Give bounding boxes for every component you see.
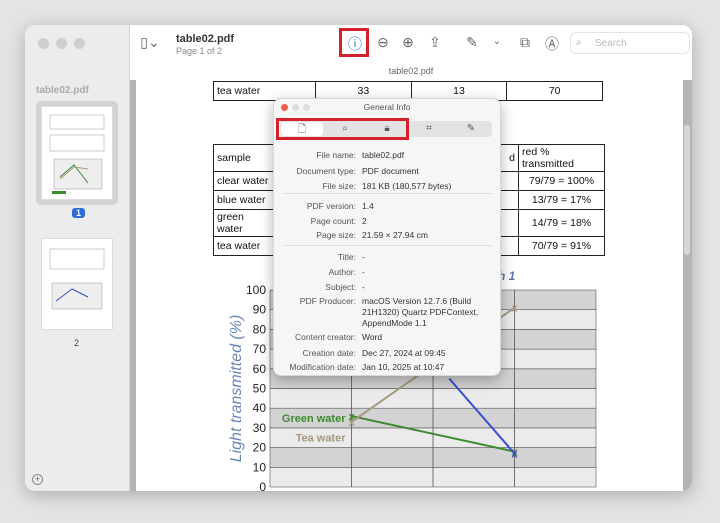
info-label: Creation date:	[302, 348, 356, 358]
search-input[interactable]: Search	[570, 32, 690, 54]
info-value: 181 KB (180,577 bytes)	[362, 181, 452, 191]
rotate-icon[interactable]: ⧉	[515, 34, 535, 51]
info-value: Word	[362, 332, 383, 342]
info-row: Title: -	[274, 252, 500, 263]
info-row: Page size: 21.59 × 27.94 cm	[274, 230, 500, 241]
panel-title: General Info	[363, 102, 411, 112]
y-axis-label: Light transmitted (%)	[228, 315, 245, 463]
divider	[282, 245, 492, 246]
info-label: File size:	[322, 181, 356, 191]
page-number-2[interactable]: 2	[74, 338, 79, 348]
info-value: 2	[362, 216, 367, 226]
y-tick-label: 40	[253, 401, 267, 415]
info-value: macOS Version 12.7.6 (Build 21H1320) Qua…	[362, 296, 479, 328]
zoom-in-icon[interactable]: ⊕	[398, 34, 418, 51]
info-row: Subject: -	[274, 282, 500, 293]
info-value: -	[362, 252, 365, 262]
data-point: x	[348, 417, 355, 429]
info-value: -	[362, 282, 365, 292]
info-value: 1.4	[362, 201, 374, 211]
sidebar-title: table02.pdf	[36, 85, 89, 96]
y-tick-label: 100	[246, 283, 266, 297]
info-row: Author: -	[274, 267, 500, 278]
y-tick-label: 60	[253, 362, 267, 376]
document-title: table02.pdf	[176, 33, 235, 45]
info-label: Author:	[328, 267, 356, 277]
window-controls[interactable]	[38, 38, 85, 49]
info-label: PDF version:	[306, 201, 356, 211]
zoom-out-icon[interactable]: ⊖	[373, 34, 393, 51]
minimize-button[interactable]	[56, 38, 67, 49]
highlight-info-button	[339, 28, 369, 57]
page-thumbnail-1[interactable]	[41, 106, 113, 200]
info-label: Document type:	[296, 166, 356, 176]
page-number-1[interactable]: 1	[72, 208, 86, 218]
scrollbar[interactable]	[684, 125, 690, 255]
info-label: Title:	[337, 252, 356, 262]
info-row: Document type: PDF document	[274, 166, 500, 177]
info-value: 21.59 × 27.94 cm	[362, 230, 428, 240]
y-tick-label: 20	[253, 441, 267, 455]
info-row: Page count: 2	[274, 216, 500, 227]
page-thumbnail-2[interactable]	[41, 238, 113, 330]
info-value: Dec 27, 2024 at 09:45	[362, 348, 446, 358]
info-row: PDF version: 1.4	[274, 201, 500, 212]
info-label: Modification date:	[289, 362, 356, 372]
info-row: Modification date: Jan 10, 2025 at 10:47	[274, 362, 500, 373]
sidebar-toggle-icon[interactable]: ▯⌄	[140, 34, 160, 51]
y-tick-label: 10	[253, 460, 267, 474]
info-value: -	[362, 267, 365, 277]
share-icon[interactable]: ⇪	[425, 34, 445, 51]
page-info: Page 1 of 2	[176, 46, 223, 56]
info-value: PDF document	[362, 166, 419, 176]
info-row: Creation date: Dec 27, 2024 at 09:45	[274, 348, 500, 359]
info-label: Page size:	[316, 230, 356, 240]
annotate-icon[interactable]: Ⓐ	[542, 34, 562, 54]
info-label: Content creator:	[295, 332, 356, 342]
info-row: Content creator: Word	[274, 332, 500, 343]
info-label: Page count:	[310, 216, 356, 226]
add-icon[interactable]: +	[32, 474, 43, 485]
highlight-tabs	[276, 118, 409, 140]
data-point: x	[511, 303, 518, 315]
y-tick-label: 90	[253, 303, 267, 317]
markup-icon[interactable]: ✎	[462, 34, 482, 51]
close-button[interactable]	[38, 38, 49, 49]
y-tick-label: 50	[253, 382, 267, 396]
crop-icon[interactable]: ⌗	[408, 121, 450, 137]
info-row: PDF Producer: macOS Version 12.7.6 (Build…	[274, 296, 500, 329]
y-tick-label: 30	[253, 421, 267, 435]
y-tick-label: 0	[259, 480, 266, 491]
pen-icon[interactable]: ✎	[450, 121, 492, 137]
search-icon: ⌕	[576, 37, 582, 48]
thumbnail-sidebar: table02.pdf 1 2 +	[25, 25, 130, 491]
y-tick-label: 80	[253, 322, 267, 336]
info-row: File size: 181 KB (180,577 bytes)	[274, 181, 500, 192]
y-tick-label: 70	[253, 342, 267, 356]
info-label: Subject:	[325, 282, 356, 292]
window-title: table02.pdf	[388, 66, 434, 76]
info-value: table02.pdf	[362, 150, 405, 160]
info-label: PDF Producer:	[299, 296, 356, 306]
divider	[282, 193, 492, 194]
legend-green: Green water	[282, 413, 346, 425]
info-value: Jan 10, 2025 at 10:47	[362, 362, 445, 372]
info-row: File name: table02.pdf	[274, 150, 500, 161]
chevron-down-icon[interactable]: ⌄	[487, 36, 507, 47]
zoom-button[interactable]	[74, 38, 85, 49]
info-label: File name:	[316, 150, 356, 160]
legend-tea: Tea water	[296, 433, 347, 445]
